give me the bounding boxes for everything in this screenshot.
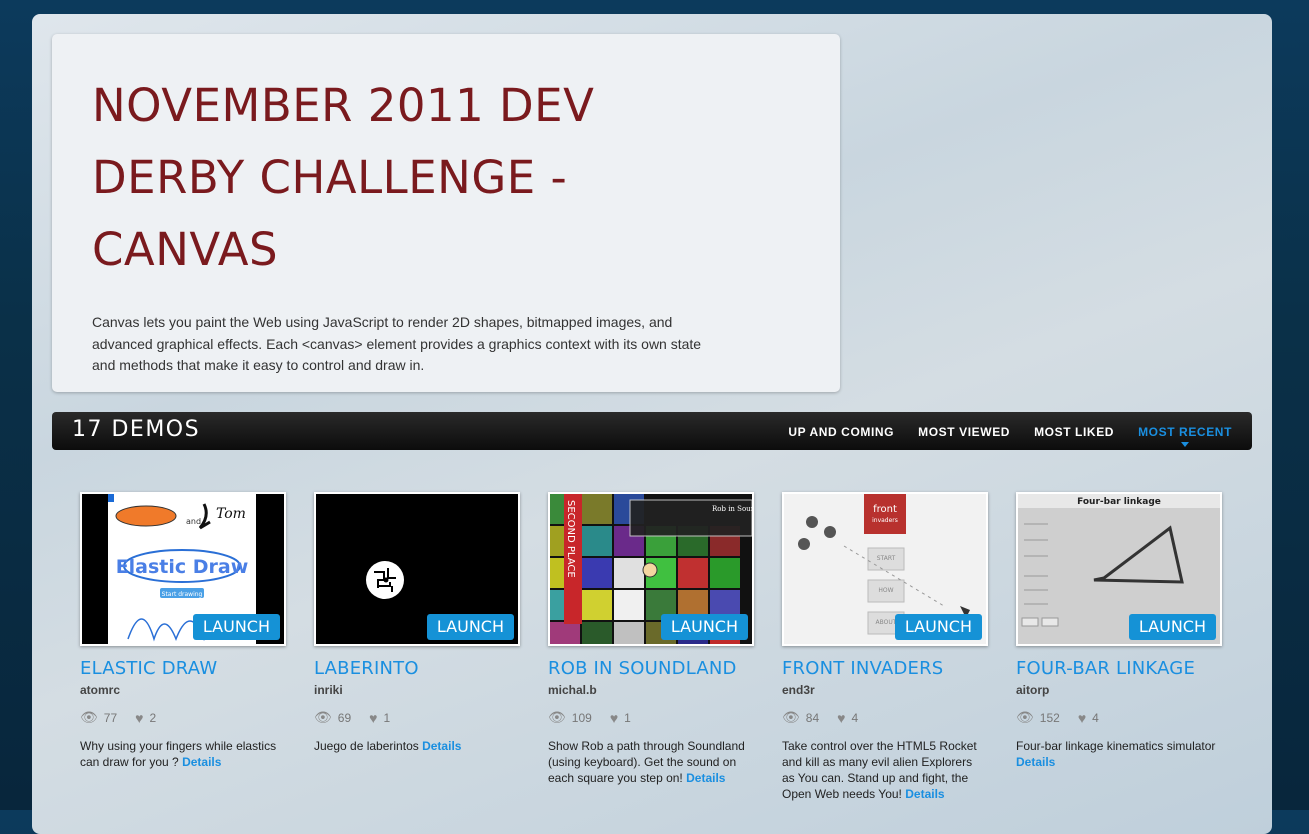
demo-stats: 👁 69 ♥ 1 (314, 709, 520, 726)
tab-most-viewed[interactable]: MOST VIEWED (918, 425, 1010, 439)
demo-title[interactable]: ROB IN SOUNDLAND (548, 658, 754, 679)
demo-stats: 👁 152 ♥ 4 (1016, 709, 1222, 726)
view-count: 84 (805, 710, 820, 725)
demo-card: SECOND PLACE Rob in Soundl LAUNCH ROB IN… (548, 492, 754, 786)
demo-author[interactable]: atomrc (80, 683, 286, 697)
page-container: NOVEMBER 2011 DEV DERBY CHALLENGE - CANV… (32, 14, 1272, 834)
intro-panel: NOVEMBER 2011 DEV DERBY CHALLENGE - CANV… (52, 34, 840, 392)
details-link[interactable]: Details (182, 755, 221, 769)
eye-icon: 👁 (80, 709, 98, 725)
svg-text:Four-bar linkage: Four-bar linkage (1077, 497, 1161, 507)
svg-text:Tom: Tom (216, 506, 246, 522)
demo-thumbnail[interactable]: and Tom Elastic Draw Start drawing LAUNC… (80, 492, 286, 646)
demo-card: LAUNCH LABERINTO inriki 👁 69 ♥ 1 Juego d… (314, 492, 520, 754)
svg-text:front: front (873, 504, 897, 515)
svg-text:HOW: HOW (878, 587, 893, 594)
like-count: 4 (851, 710, 859, 725)
details-link[interactable]: Details (1016, 755, 1055, 769)
launch-button[interactable]: LAUNCH (660, 614, 748, 640)
svg-text:Elastic Draw: Elastic Draw (116, 556, 249, 578)
details-link[interactable]: Details (905, 787, 944, 801)
like-count: 2 (149, 710, 157, 725)
demo-title[interactable]: FRONT INVADERS (782, 658, 988, 679)
svg-text:ABOUT: ABOUT (876, 619, 897, 626)
demo-thumbnail[interactable]: front invaders START HOW ABOUT LAUNCH (782, 492, 988, 646)
eye-icon: 👁 (782, 709, 800, 725)
like-count: 4 (1092, 710, 1099, 725)
demo-author[interactable]: inriki (314, 683, 520, 697)
eye-icon: 👁 (1016, 709, 1034, 725)
tab-most-liked[interactable]: MOST LIKED (1034, 425, 1114, 439)
details-link[interactable]: Details (422, 739, 461, 753)
eye-icon: 👁 (314, 709, 332, 725)
demo-description: Juego de laberintos Details (314, 738, 514, 754)
view-count: 152 (1039, 710, 1060, 725)
svg-text:Rob in Soundl: Rob in Soundl (712, 505, 752, 513)
launch-button[interactable]: LAUNCH (192, 614, 280, 640)
details-link[interactable]: Details (686, 771, 725, 785)
tab-most-recent[interactable]: MOST RECENT (1138, 425, 1232, 447)
demo-thumbnail[interactable]: Four-bar linkage LAUNCH (1016, 492, 1222, 646)
demo-card: and Tom Elastic Draw Start drawing LAUNC… (80, 492, 286, 770)
demo-description: Show Rob a path through Soundland (using… (548, 738, 748, 786)
view-count: 109 (571, 710, 592, 725)
demo-thumbnail[interactable]: LAUNCH (314, 492, 520, 646)
demo-author[interactable]: end3r (782, 683, 988, 697)
demo-author[interactable]: michal.b (548, 683, 754, 697)
heart-icon: ♥ (837, 709, 846, 726)
demo-description: Take control over the HTML5 Rocket and k… (782, 738, 982, 802)
description-text: Four-bar linkage kinematics simulator (1016, 739, 1216, 753)
demo-title[interactable]: ELASTIC DRAW (80, 658, 286, 679)
eye-icon: 👁 (548, 709, 566, 725)
sort-tabs: UP AND COMING MOST VIEWED MOST LIKED MOS… (788, 425, 1232, 447)
demo-card: Four-bar linkage LAUNCH FOUR-BAR LINKAGE… (1016, 492, 1222, 770)
view-count: 77 (103, 710, 118, 725)
demo-author[interactable]: aitorp (1016, 683, 1222, 697)
launch-button[interactable]: LAUNCH (894, 614, 982, 640)
demo-stats: 👁 109 ♥ 1 (548, 709, 754, 726)
demo-stats: 👁 77 ♥ 2 (80, 709, 286, 726)
demo-description: Four-bar linkage kinematics simulator De… (1016, 738, 1216, 770)
demo-card: front invaders START HOW ABOUT LAUNCH FR… (782, 492, 988, 802)
svg-text:Start drawing: Start drawing (162, 591, 203, 598)
launch-button[interactable]: LAUNCH (1128, 614, 1216, 640)
like-count: 1 (383, 710, 391, 725)
heart-icon: ♥ (135, 709, 144, 726)
description-text: Juego de laberintos (314, 739, 419, 753)
svg-text:and: and (186, 517, 201, 526)
demos-toolbar: 17 DEMOS UP AND COMING MOST VIEWED MOST … (52, 412, 1252, 450)
demo-title[interactable]: LABERINTO (314, 658, 520, 679)
like-count: 1 (624, 710, 631, 725)
demo-thumbnail[interactable]: SECOND PLACE Rob in Soundl LAUNCH (548, 492, 754, 646)
launch-button[interactable]: LAUNCH (426, 614, 514, 640)
demo-stats: 👁 84 ♥ 4 (782, 709, 988, 726)
view-count: 69 (337, 710, 352, 725)
page-title: NOVEMBER 2011 DEV DERBY CHALLENGE - CANV… (92, 79, 595, 276)
demo-count: 17 DEMOS (72, 417, 201, 442)
demo-title[interactable]: FOUR-BAR LINKAGE (1016, 658, 1222, 679)
heart-icon: ♥ (1077, 709, 1087, 726)
svg-text:SECOND PLACE: SECOND PLACE (565, 500, 576, 578)
heart-icon: ♥ (369, 709, 378, 726)
description-text: Why using your fingers while elastics ca… (80, 739, 277, 769)
svg-text:START: START (877, 555, 896, 562)
svg-text:invaders: invaders (872, 517, 898, 524)
demo-description: Why using your fingers while elastics ca… (80, 738, 280, 770)
tab-up-and-coming[interactable]: UP AND COMING (788, 425, 894, 439)
description-text: Take control over the HTML5 Rocket and k… (782, 739, 977, 801)
heart-icon: ♥ (609, 709, 619, 726)
intro-description: Canvas lets you paint the Web using Java… (92, 314, 702, 373)
